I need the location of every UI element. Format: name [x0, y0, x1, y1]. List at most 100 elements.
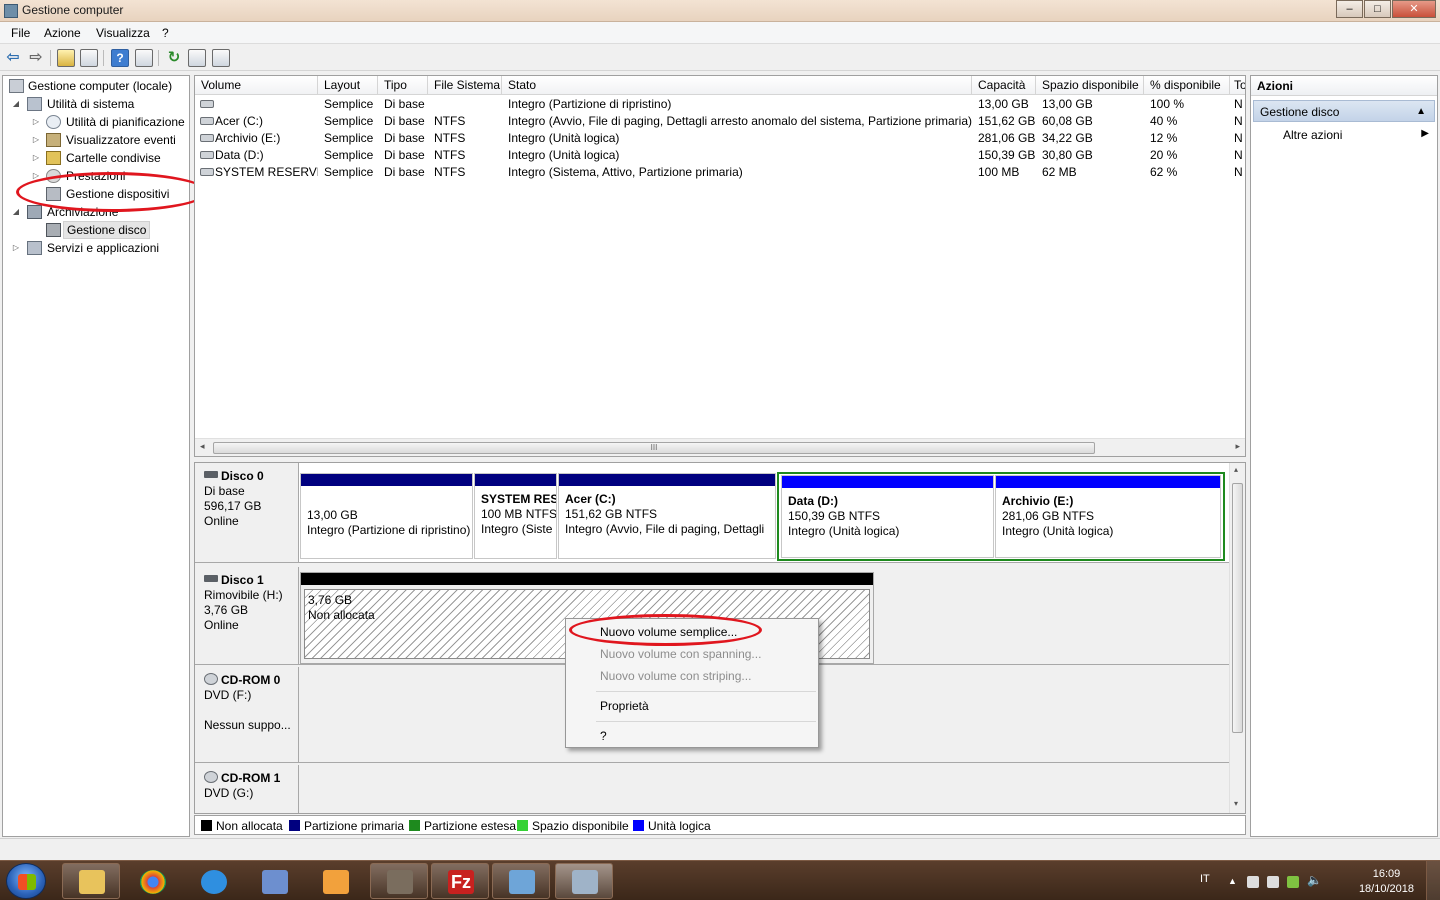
minimize-button[interactable]: – [1336, 0, 1363, 18]
cdrom1-area [299, 765, 1229, 813]
expand-icon[interactable]: ▷ [31, 113, 41, 131]
tree-item-services[interactable]: ▷ Servizi e applicazioni [5, 239, 189, 257]
column-stato[interactable]: Stato [502, 76, 972, 95]
table-row[interactable]: Data (D:) Semplice Di base NTFS Integro … [195, 147, 1245, 164]
legend-item: Partizione primaria [289, 819, 404, 833]
tree-item-task-scheduler[interactable]: ▷ Utilità di pianificazione [5, 113, 189, 131]
vertical-scrollbar[interactable]: ▴ ▾ [1229, 463, 1245, 813]
volume-list: Volume Layout Tipo File Sistema Stato Ca… [194, 75, 1246, 457]
help-icon[interactable]: ? [111, 49, 129, 67]
partition-recovery[interactable]: 13,00 GB Integro (Partizione di ripristin… [300, 473, 473, 559]
gimp-icon [387, 870, 413, 894]
scroll-right-icon[interactable]: ▸ [1235, 441, 1240, 452]
disk1-label[interactable]: Disco 1 Rimovibile (H:) 3,76 GB Online [195, 567, 299, 665]
collapse-icon[interactable]: ◢ [11, 203, 21, 221]
menu-visualizza[interactable]: Visualizza [96, 26, 150, 40]
services-icon [27, 241, 42, 255]
taskbar-media[interactable] [306, 863, 364, 899]
menu-azione[interactable]: Azione [44, 26, 81, 40]
app-icon [262, 870, 288, 894]
table-row[interactable]: Acer (C:) Semplice Di base NTFS Integro … [195, 113, 1245, 130]
column-file-system[interactable]: File Sistema [428, 76, 502, 95]
close-button[interactable]: ✕ [1392, 0, 1436, 18]
column-capacita[interactable]: Capacità [972, 76, 1036, 95]
partition-acer-c[interactable]: Acer (C:) 151,62 GB NTFS Integro (Avvio, F… [558, 473, 776, 559]
cdrom0-label[interactable]: CD-ROM 0 DVD (F:) Nessun suppo... [195, 667, 299, 763]
disk0-label[interactable]: Disco 0 Di base 596,17 GB Online [195, 463, 299, 563]
column-spazio-disponibile[interactable]: Spazio disponibile [1036, 76, 1144, 95]
column-tolleranza[interactable]: To [1230, 76, 1245, 95]
computer-management-icon [572, 870, 598, 894]
start-button[interactable] [6, 863, 46, 899]
maximize-button[interactable]: □ [1364, 0, 1391, 18]
language-indicator[interactable]: IT [1200, 873, 1210, 885]
refresh-icon[interactable]: ↻ [165, 49, 183, 67]
clock[interactable]: 16:09 18/10/2018 [1359, 867, 1414, 897]
taskbar-gimp[interactable] [370, 863, 428, 899]
expand-icon[interactable]: ▷ [31, 131, 41, 149]
taskbar-chrome[interactable] [123, 863, 181, 899]
safely-remove-icon[interactable] [1267, 876, 1279, 888]
taskbar-control-panel[interactable] [492, 863, 550, 899]
column-tipo[interactable]: Tipo [378, 76, 428, 95]
column-layout[interactable]: Layout [318, 76, 378, 95]
tray-app-icon[interactable] [1247, 876, 1259, 888]
scroll-left-icon[interactable]: ◂ [200, 441, 205, 452]
taskbar: Fz IT ▲ 🔈 16:09 18/10/2018 [0, 860, 1440, 900]
collapse-up-icon[interactable]: ▲ [1416, 106, 1426, 117]
tree-item-shared-folders[interactable]: ▷ Cartelle condivise [5, 149, 189, 167]
forward-arrow-icon[interactable]: ⇨ [27, 49, 45, 67]
taskbar-filezilla[interactable]: Fz [431, 863, 489, 899]
cdrom1-label[interactable]: CD-ROM 1 DVD (G:) [195, 765, 299, 813]
horizontal-scrollbar[interactable]: ◂ III ▸ [195, 438, 1245, 456]
show-hide-actions-icon[interactable] [135, 49, 153, 67]
show-hide-tree-icon[interactable] [80, 49, 98, 67]
tree-item-event-viewer[interactable]: ▷ Visualizzatore eventi [5, 131, 189, 149]
scroll-up-icon[interactable]: ▴ [1234, 465, 1238, 474]
expand-icon[interactable]: ▷ [31, 149, 41, 167]
storage-icon [27, 205, 42, 219]
scroll-down-icon[interactable]: ▾ [1234, 799, 1238, 808]
back-arrow-icon[interactable]: ⇦ [4, 49, 22, 67]
column-volume[interactable]: Volume [195, 76, 318, 95]
disk-settings-icon[interactable] [212, 49, 230, 67]
partition-system-reserved[interactable]: SYSTEM RES 100 MB NTFS Integro (Siste [474, 473, 557, 559]
taskbar-ie[interactable] [184, 863, 242, 899]
actions-section-disk-management[interactable]: Gestione disco ▲ [1253, 100, 1435, 122]
partition-data-d[interactable]: Data (D:) 150,39 GB NTFS Integro (Unità lo… [781, 475, 994, 558]
menu-help[interactable]: ? [162, 26, 169, 40]
network-icon[interactable] [1287, 876, 1299, 888]
tools-icon [27, 97, 42, 111]
taskbar-explorer[interactable] [62, 863, 120, 899]
taskbar-app[interactable] [245, 863, 303, 899]
disk-icon [204, 471, 218, 478]
partition-archivio-e[interactable]: Archivio (E:) 281,06 GB NTFS Integro (Unit… [995, 475, 1221, 558]
menu-item-help[interactable]: ? [600, 729, 607, 743]
table-row[interactable]: SYSTEM RESERVED Semplice Di base NTFS In… [195, 164, 1245, 181]
show-hidden-icons-icon[interactable]: ▲ [1228, 876, 1240, 888]
table-row[interactable]: Semplice Di base Integro (Partizione di … [195, 96, 1245, 113]
collapse-icon[interactable]: ◢ [11, 95, 21, 113]
tree-item-system-tools[interactable]: ◢ Utilità di sistema [5, 95, 189, 113]
properties-icon[interactable] [188, 49, 206, 67]
status-bar [0, 838, 1440, 860]
taskbar-computer-management[interactable] [555, 863, 613, 899]
action-more-actions[interactable]: Altre azioni [1283, 128, 1342, 142]
tree-item-disk-management[interactable]: Gestione disco [5, 221, 189, 239]
tree-item-root[interactable]: Gestione computer (locale) [5, 77, 189, 95]
column-percent-disponibile[interactable]: % disponibile [1144, 76, 1230, 95]
menu-file[interactable]: File [11, 26, 30, 40]
table-row[interactable]: Archivio (E:) Semplice Di base NTFS Inte… [195, 130, 1245, 147]
chrome-icon [140, 870, 166, 894]
filezilla-icon: Fz [448, 870, 474, 894]
menu-item-new-striped-volume[interactable]: Nuovo volume con striping... [600, 669, 751, 683]
show-desktop-button[interactable] [1426, 861, 1440, 900]
volume-icon[interactable]: 🔈 [1307, 873, 1322, 887]
menu-item-properties[interactable]: Proprietà [600, 699, 649, 713]
up-folder-icon[interactable] [57, 49, 75, 67]
annotation-ellipse-device-manager [16, 172, 208, 212]
expand-icon[interactable]: ▷ [11, 239, 21, 257]
scroll-thumb[interactable]: III [213, 442, 1095, 454]
menu-item-new-spanned-volume[interactable]: Nuovo volume con spanning... [600, 647, 761, 661]
scroll-thumb[interactable] [1232, 483, 1243, 733]
